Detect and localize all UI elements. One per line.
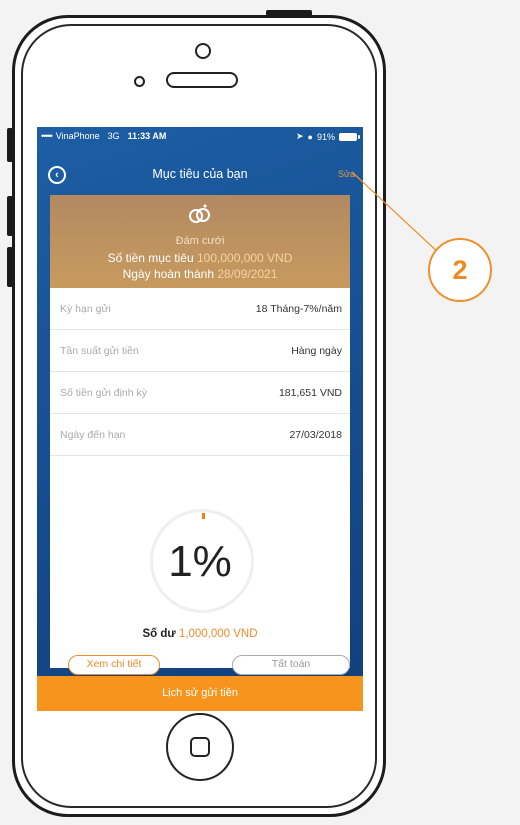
home-square-icon [190,737,210,757]
battery-percent: 91% [316,131,335,142]
power-button [266,10,312,16]
detail-value: 181,651 VND [278,387,342,399]
detail-label: Số tiền gửi định kỳ [60,387,147,399]
balance-value: 1,000,000 VND [178,628,258,640]
battery-icon [339,132,360,141]
target-amount-label: Số tiền mục tiêu [107,251,194,265]
detail-value: 18 Tháng-7%/năm [255,303,342,315]
location-arrow-icon: ➤ [296,131,304,141]
completion-date-line: Ngày hoàn thành 28/09/2021 [50,267,350,281]
alarm-icon: ● [307,131,313,142]
progress-percent: 1% [168,537,232,586]
app-screen: ••••• VinaPhone 3G 11:33 AM ➤ ● 91% ‹ Mụ… [37,127,363,711]
detail-row-term: Kỳ hạn gửi 18 Tháng-7%/năm [50,288,350,330]
status-bar: ••••• VinaPhone 3G 11:33 AM ➤ ● 91% [37,127,363,145]
detail-label: Kỳ hạn gửi [60,303,111,315]
sensor-icon [134,76,145,87]
network-type: 3G [107,131,120,141]
view-details-button[interactable]: Xem chi tiết [68,655,160,675]
detail-value: Hàng ngày [291,345,342,357]
status-time: 11:33 AM [127,131,167,141]
deposit-history-button[interactable]: Lịch sử gửi tiền [37,676,363,711]
edit-button[interactable]: Sửa [338,169,355,179]
volume-down-button [7,247,13,287]
earpiece-speaker [166,72,238,88]
status-right: ➤ ● 91% [296,131,360,142]
carrier-name: VinaPhone [55,131,100,141]
goal-card: Đám cưới Số tiền mục tiêu 100,000,000 VN… [50,195,350,288]
target-amount-line: Số tiền mục tiêu 100,000,000 VND [50,251,350,265]
settle-button[interactable]: Tất toán [232,655,350,675]
detail-row-due-date: Ngày đến hạn 27/03/2018 [50,414,350,456]
detail-row-frequency: Tần suất gửi tiền Hàng ngày [50,330,350,372]
detail-row-periodic-amount: Số tiền gửi định kỳ 181,651 VND [50,372,350,414]
completion-date-value: 28/09/2021 [217,267,278,281]
mute-switch [7,128,13,162]
detail-value: 27/03/2018 [289,429,342,441]
signal-dots-icon: ••••• [41,131,53,141]
wedding-rings-icon [189,204,210,223]
details-panel: Kỳ hạn gửi 18 Tháng-7%/năm Tần suất gửi … [50,288,350,675]
callout-number-badge: 2 [428,238,492,302]
front-camera-icon [195,43,211,59]
goal-name: Đám cưới [175,235,225,247]
progress-indicator [202,513,205,519]
volume-up-button [7,196,13,236]
balance-label: Số dư [142,628,176,640]
target-amount-value: 100,000,000 VND [196,251,293,265]
page-title: Mục tiêu của bạn [152,167,248,181]
home-button[interactable] [166,713,234,781]
nav-bar: ‹ Mục tiêu của bạn Sửa [37,163,363,187]
completion-date-label: Ngày hoàn thành [122,267,214,281]
detail-label: Ngày đến hạn [60,429,126,441]
balance-line: Số dư 1,000,000 VND [50,628,350,640]
detail-label: Tần suất gửi tiền [60,345,139,357]
